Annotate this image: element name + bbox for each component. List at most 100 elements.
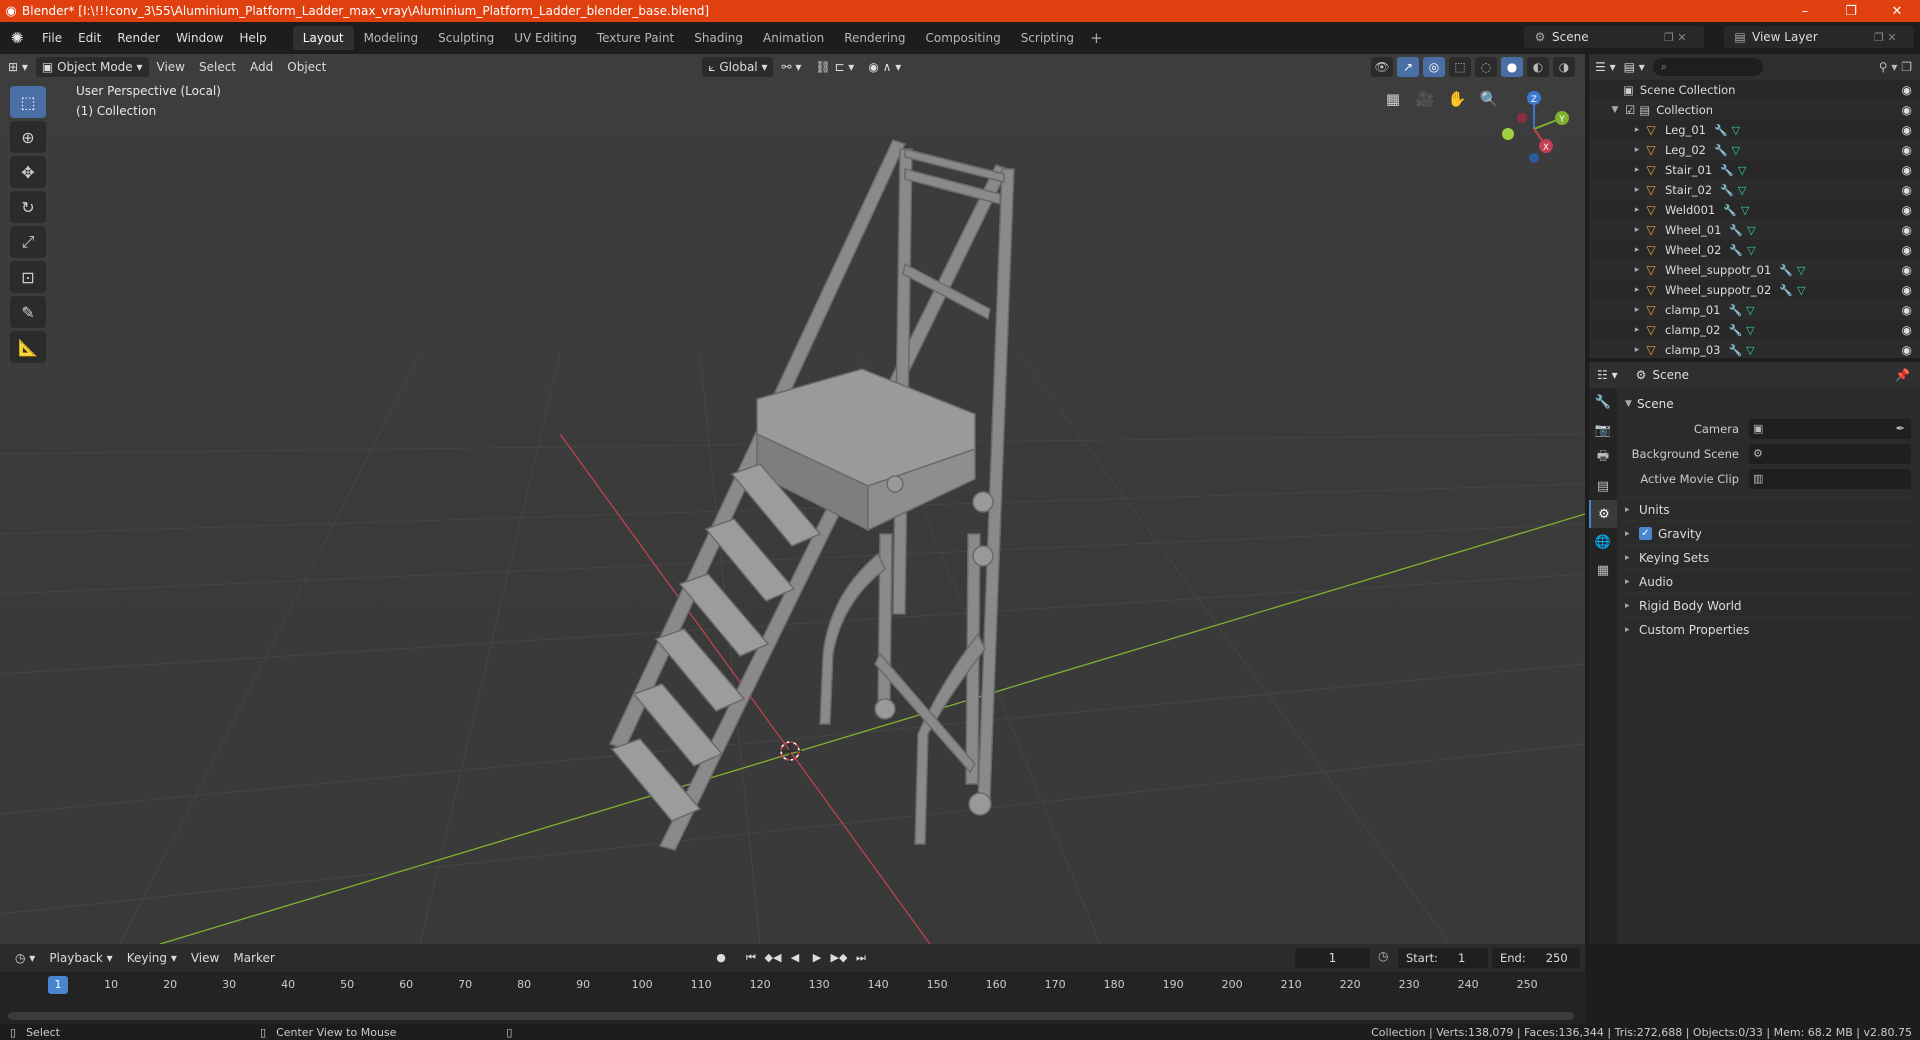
camera-field[interactable]: ▣ ✒ (1749, 418, 1911, 439)
outliner-item[interactable]: ▸ ▽ Stair_02 🔧 ▽ ◉ (1589, 180, 1920, 200)
collapse-icon[interactable]: ▼ (1609, 105, 1621, 115)
jump-end-icon[interactable]: ⏭ (852, 948, 870, 968)
editor-type-button[interactable]: ⊞ ▾ (2, 57, 34, 77)
mode-dropdown[interactable]: ▣ Object Mode ▾ (35, 57, 149, 77)
view-layer-copy-icon[interactable]: ❐ ✕ (1874, 31, 1914, 44)
annotate-tool-icon[interactable]: ✎ (10, 296, 46, 328)
eye-icon[interactable]: ◉ (1902, 223, 1912, 237)
rotate-tool-icon[interactable]: ↻ (10, 191, 46, 223)
menu-window[interactable]: Window (168, 22, 231, 54)
render-tab-icon[interactable]: 📷 (1589, 416, 1617, 444)
eye-icon[interactable]: ◉ (1902, 163, 1912, 177)
collection-checkbox-icon[interactable]: ☑ (1625, 103, 1635, 117)
eye-icon[interactable]: ◉ (1902, 103, 1912, 117)
camera-view-icon[interactable]: 🎥 (1412, 86, 1438, 112)
outliner-item[interactable]: ▸ ▽ Wheel_01 🔧 ▽ ◉ (1589, 220, 1920, 240)
display-mode-icon[interactable]: ▤ ▾ (1624, 60, 1645, 74)
outliner-search-input[interactable]: ⌕ (1652, 58, 1763, 76)
scene-panel-header[interactable]: ▼ Scene (1621, 392, 1917, 416)
3d-viewport[interactable]: ⊞ ▾ ▣ Object Mode ▾ View Select Add Obje… (0, 54, 1585, 944)
eye-icon[interactable]: ◉ (1902, 83, 1912, 97)
keying-menu[interactable]: Keying ▾ (120, 951, 184, 965)
scale-tool-icon[interactable]: ⤢ (10, 226, 46, 258)
view-menu[interactable]: View (151, 57, 191, 77)
move-tool-icon[interactable]: ✥ (10, 156, 46, 188)
playback-menu[interactable]: Playback ▾ (42, 951, 119, 965)
tab-shading[interactable]: Shading (684, 26, 753, 50)
material-shading-icon[interactable]: ◐ (1527, 57, 1549, 77)
menu-file[interactable]: File (34, 22, 70, 54)
eye-icon[interactable]: ◉ (1902, 203, 1912, 217)
measure-tool-icon[interactable]: 📐 (10, 331, 46, 363)
add-workspace-icon[interactable]: + (1084, 29, 1109, 47)
outliner-item[interactable]: ▸ ▽ clamp_03 🔧 ▽ ◉ (1589, 340, 1920, 358)
play-icon[interactable]: ▶ (808, 948, 826, 968)
tab-layout[interactable]: Layout (292, 26, 354, 50)
tab-rendering[interactable]: Rendering (834, 26, 915, 50)
add-menu[interactable]: Add (244, 57, 279, 77)
world-tab-icon[interactable]: 🌐 (1589, 528, 1617, 556)
marker-menu[interactable]: Marker (226, 951, 281, 965)
view-layer-tab-icon[interactable]: ▤ (1589, 472, 1617, 500)
select-box-tool-icon[interactable]: ⬚ (10, 86, 46, 118)
pivot-dropdown[interactable]: ⚯ ▾ (775, 57, 807, 77)
wireframe-shading-icon[interactable]: ◌ (1475, 57, 1497, 77)
eye-icon[interactable]: ◉ (1902, 343, 1912, 357)
eye-icon[interactable]: ◉ (1902, 283, 1912, 297)
tab-compositing[interactable]: Compositing (915, 26, 1010, 50)
navigation-gizmo[interactable]: Z Y X (1494, 84, 1574, 164)
pan-view-icon[interactable]: ✋ (1444, 86, 1470, 112)
outliner-item[interactable]: ▸ ▽ Wheel_02 🔧 ▽ ◉ (1589, 240, 1920, 260)
xray-toggle-icon[interactable]: ⬚ (1449, 57, 1471, 77)
gravity-panel[interactable]: ▸ ✓ Gravity (1621, 521, 1917, 545)
snap-toggle[interactable]: ⛓ ⊏ ▾ (809, 57, 860, 77)
menu-help[interactable]: Help (231, 22, 274, 54)
cursor-tool-icon[interactable]: ⊕ (10, 121, 46, 153)
gizmo-toggle-icon[interactable]: ↗ (1397, 57, 1419, 77)
tab-scripting[interactable]: Scripting (1011, 26, 1084, 50)
jump-start-icon[interactable]: ⏮ (742, 948, 760, 968)
visibility-icon[interactable]: 👁 (1371, 57, 1393, 77)
outliner-item[interactable]: ▸ ▽ clamp_02 🔧 ▽ ◉ (1589, 320, 1920, 340)
blender-menu-icon[interactable]: ✺ (0, 29, 34, 47)
tab-texture-paint[interactable]: Texture Paint (587, 26, 684, 50)
maximize-button[interactable]: ❐ (1828, 4, 1874, 19)
background-scene-field[interactable]: ⚙ (1749, 443, 1911, 464)
gravity-checkbox[interactable]: ✓ (1639, 527, 1652, 540)
view-layer-selector[interactable]: ▤ View Layer ❐ ✕ (1724, 26, 1914, 48)
timeline-scrollbar[interactable] (8, 1012, 1574, 1020)
orientation-dropdown[interactable]: ⟀ Global ▾ (702, 57, 774, 77)
play-reverse-icon[interactable]: ◀ (786, 948, 804, 968)
outliner-item[interactable]: ▸ ▽ Stair_01 🔧 ▽ ◉ (1589, 160, 1920, 180)
transform-tool-icon[interactable]: ⊡ (10, 261, 46, 293)
current-frame-indicator[interactable]: 1 (48, 976, 68, 994)
tab-modeling[interactable]: Modeling (354, 26, 429, 50)
outliner-item[interactable]: ▸ ▽ Leg_01 🔧 ▽ ◉ (1589, 120, 1920, 140)
clock-icon[interactable]: ◷ (1378, 949, 1388, 963)
units-panel[interactable]: ▸ Units (1621, 497, 1917, 521)
eye-icon[interactable]: ◉ (1902, 123, 1912, 137)
record-icon[interactable]: ● (712, 948, 730, 968)
eye-icon[interactable]: ◉ (1902, 243, 1912, 257)
solid-shading-icon[interactable]: ● (1501, 57, 1523, 77)
timeline-view-menu[interactable]: View (184, 951, 226, 965)
eye-icon[interactable]: ◉ (1902, 143, 1912, 157)
eye-icon[interactable]: ◉ (1902, 323, 1912, 337)
scene-copy-icon[interactable]: ❐ ✕ (1664, 31, 1704, 44)
keying-sets-panel[interactable]: ▸ Keying Sets (1621, 545, 1917, 569)
end-frame-field[interactable]: End: 250 (1492, 948, 1580, 968)
start-frame-field[interactable]: Start: 1 (1398, 948, 1488, 968)
tab-uv-editing[interactable]: UV Editing (504, 26, 587, 50)
minimize-button[interactable]: – (1782, 4, 1828, 19)
scene-tab-icon[interactable]: ⚙ (1589, 500, 1617, 528)
scene-collection-row[interactable]: ▣ Scene Collection ◉ (1589, 80, 1920, 100)
active-clip-field[interactable]: ▥ (1749, 468, 1911, 489)
select-menu[interactable]: Select (193, 57, 242, 77)
custom-properties-panel[interactable]: ▸ Custom Properties (1621, 617, 1917, 641)
outliner-item[interactable]: ▸ ▽ Leg_02 🔧 ▽ ◉ (1589, 140, 1920, 160)
eye-icon[interactable]: ◉ (1902, 263, 1912, 277)
prev-keyframe-icon[interactable]: ◆◀ (764, 948, 782, 968)
rigid-body-world-panel[interactable]: ▸ Rigid Body World (1621, 593, 1917, 617)
toggle-perspective-icon[interactable]: ▦ (1380, 86, 1406, 112)
tab-animation[interactable]: Animation (753, 26, 834, 50)
